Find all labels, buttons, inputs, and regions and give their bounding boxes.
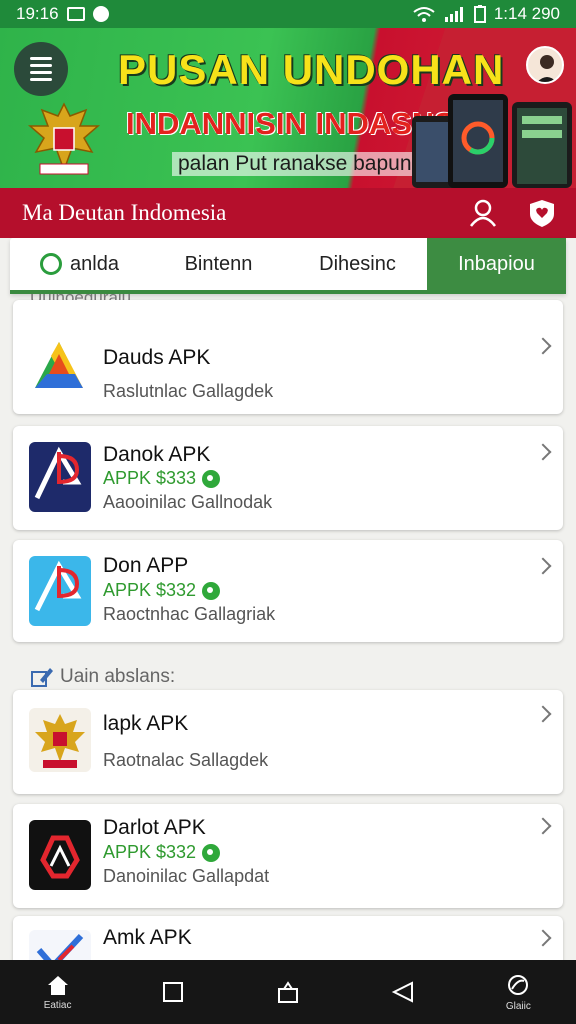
- list-item[interactable]: Dauds APK Raslutnlac Gallagdek: [13, 300, 563, 414]
- app-list: Uuinoeduraiu Dauds APK Raslutnlac Gallag…: [0, 294, 576, 960]
- garuda-emblem-icon: [27, 102, 101, 175]
- tab-label: Inbapiou: [458, 252, 535, 275]
- red-triangle-logo-icon: [29, 820, 91, 890]
- status-time: 19:16: [16, 4, 59, 23]
- section-label: Uain abslans:: [30, 666, 175, 688]
- app-developer: Raotnalac Sallagdek: [103, 750, 269, 770]
- banner-tagline: palan Put ranakse bapun: [172, 152, 418, 176]
- app-developer: Raslutnlac Gallagdek: [103, 381, 274, 401]
- nav-back[interactable]: [363, 960, 443, 1024]
- user-icon[interactable]: [468, 198, 498, 228]
- app-price: APPK $332: [103, 580, 221, 601]
- nav-label: Glaiic: [505, 1000, 531, 1012]
- list-item[interactable]: Amk APK: [13, 916, 563, 960]
- phones-illustration: [412, 94, 572, 188]
- section-label-text: Uain abslans:: [60, 666, 176, 687]
- app-name: lapk APK: [103, 712, 189, 735]
- list-item[interactable]: Don APP APPK $332 Raoctnhac Gallagriak: [13, 540, 563, 642]
- tab-inbapiou[interactable]: Inbapiou: [427, 238, 566, 290]
- square-icon: [162, 982, 183, 1002]
- app-developer: Raoctnhac Gallagriak: [103, 604, 276, 624]
- tab-anlda[interactable]: anlda: [10, 238, 149, 290]
- nav-globe[interactable]: Glaiic: [478, 960, 558, 1024]
- chevron-right-icon: [534, 817, 552, 835]
- price-text: APPK $332: [103, 842, 197, 862]
- hero-banner: PUSAN UNDOHAN INDANNISIN INDASNSIA palan…: [0, 28, 576, 188]
- signal-icon: [444, 7, 463, 22]
- price-badge-icon: [202, 843, 221, 862]
- nav-bag[interactable]: [248, 960, 328, 1024]
- bottom-navigation: Eatiac Glaiic: [0, 960, 576, 1024]
- app-name: Darlot APK: [103, 816, 206, 839]
- chevron-right-icon: [534, 705, 552, 723]
- garuda-emblem-icon: [29, 708, 91, 772]
- ap-logo-icon: [29, 442, 91, 512]
- header-title: Ma Deutan Indomesia: [22, 200, 227, 225]
- price-badge-icon: [202, 469, 221, 488]
- chevron-right-icon: [534, 443, 552, 461]
- globe-icon: [508, 974, 529, 995]
- home-icon: [47, 975, 68, 995]
- section-header: Ma Deutan Indomesia: [0, 188, 576, 238]
- app-name: Dauds APK: [103, 346, 211, 369]
- user-avatar[interactable]: [526, 46, 564, 84]
- shield-heart-icon[interactable]: [528, 198, 556, 228]
- nav-recent[interactable]: [133, 960, 213, 1024]
- category-tabs: anlda Bintenn Dihesinc Inbapiou: [10, 238, 566, 294]
- image-notification-icon: [66, 7, 85, 21]
- price-badge-icon: [202, 581, 221, 600]
- tab-dihesinc[interactable]: Dihesinc: [288, 238, 427, 290]
- chevron-right-icon: [534, 337, 552, 355]
- app-price: APPK $332: [103, 842, 221, 863]
- chevron-right-icon: [534, 557, 552, 575]
- app-developer: Danoinilac Gallapdat: [103, 866, 270, 886]
- bag-icon: [277, 981, 298, 1003]
- app-price: APPK $333: [103, 468, 221, 489]
- nav-home[interactable]: Eatiac: [18, 960, 98, 1024]
- blue-check-logo-icon: [29, 930, 91, 960]
- tab-label: anlda: [70, 252, 119, 275]
- nav-label: Eatiac: [43, 999, 72, 1011]
- app-name: Amk APK: [103, 926, 192, 949]
- chevron-right-icon: [534, 929, 552, 947]
- tab-label: Dihesinc: [319, 252, 396, 275]
- back-triangle-icon: [391, 981, 414, 1003]
- ap-blue-logo-icon: [29, 556, 91, 626]
- app-name: Danok APK: [103, 443, 211, 466]
- battery-icon: [473, 5, 486, 23]
- price-text: APPK $333: [103, 468, 197, 488]
- list-item[interactable]: Danok APK APPK $333 Aaooinilac Gallnodak: [13, 426, 563, 530]
- price-text: APPK $332: [103, 580, 197, 600]
- list-item[interactable]: Darlot APK APPK $332 Danoinilac Gallapda…: [13, 804, 563, 908]
- edit-icon: [31, 668, 53, 687]
- app-developer: Aaooinilac Gallnodak: [103, 492, 273, 512]
- smiley-icon: [40, 253, 63, 275]
- notification-dot-icon: [92, 6, 109, 22]
- app-name: Don APP: [103, 554, 189, 577]
- tab-bintenn[interactable]: Bintenn: [149, 238, 288, 290]
- triangle-colorful-icon: [29, 334, 89, 394]
- status-right-text: 1:14 290: [493, 4, 560, 23]
- tab-label: Bintenn: [184, 252, 253, 275]
- list-item[interactable]: lapk APK Raotnalac Sallagdek: [13, 690, 563, 794]
- hamburger-menu-button[interactable]: [14, 42, 68, 96]
- wifi-icon: [413, 7, 435, 22]
- status-bar: 19:16 1:14 290: [0, 0, 576, 28]
